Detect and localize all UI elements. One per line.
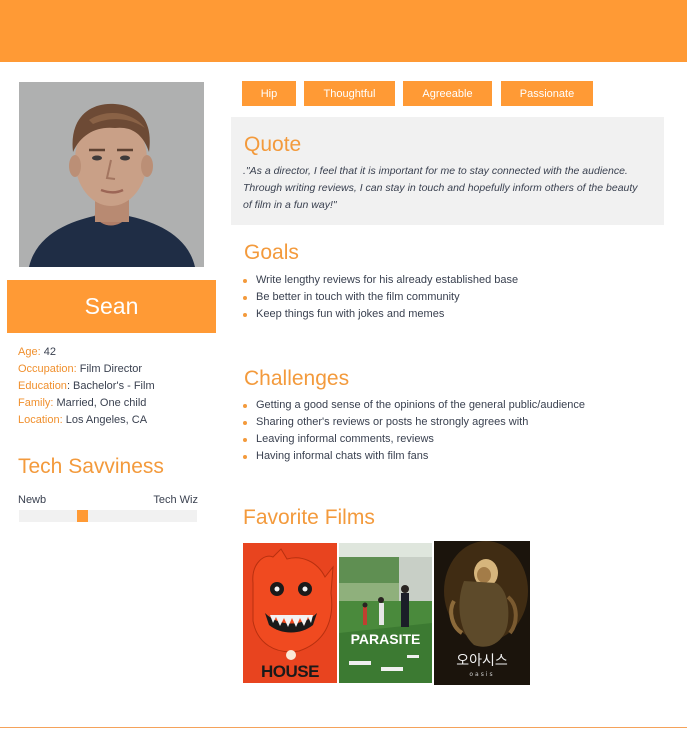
film-poster-parasite: PARASITE (339, 543, 432, 683)
film-poster-oasis: 오아시스 oasis (434, 541, 530, 685)
scale-high-label: Tech Wiz (153, 494, 198, 506)
tech-savviness-track (19, 510, 197, 522)
fact-value: Married, One child (53, 397, 147, 409)
poster-title-oasis: 오아시스 (456, 653, 508, 669)
fact-value: 42 (40, 346, 56, 358)
fact-value: Los Angeles, CA (62, 414, 148, 426)
persona-facts: Age: 42 Occupation: Film Director Educat… (18, 344, 218, 429)
fact-location: Location: Los Angeles, CA (18, 412, 218, 429)
trait-tag: Passionate (501, 81, 593, 106)
poster-subtitle-oasis: oasis (469, 671, 494, 678)
fact-label: Location: (18, 414, 63, 426)
tech-scale-labels: Newb Tech Wiz (18, 494, 198, 506)
fact-label: Occupation: (18, 363, 77, 375)
challenge-item: Leaving informal comments, reviews (243, 431, 663, 448)
goals-title: Goals (244, 241, 299, 264)
goal-item: Be better in touch with the film communi… (243, 289, 663, 306)
fact-label: Education (18, 380, 67, 392)
fact-value: Film Director (76, 363, 143, 375)
profile-photo (19, 82, 204, 267)
header-bar (0, 0, 687, 62)
challenge-item: Having informal chats with film fans (243, 448, 663, 465)
goal-item: Keep things fun with jokes and memes (243, 306, 663, 323)
trait-tag: Agreeable (403, 81, 492, 106)
challenge-item: Sharing other's reviews or posts he stro… (243, 414, 663, 431)
fact-occupation: Occupation: Film Director (18, 361, 218, 378)
goal-item: Write lengthy reviews for his already es… (243, 272, 663, 289)
poster-title-house: HOUSE (261, 662, 319, 681)
challenges-title: Challenges (244, 367, 350, 390)
persona-name: Sean (7, 280, 216, 333)
challenge-item: Getting a good sense of the opinions of … (243, 397, 663, 414)
fact-label: Age: (18, 346, 41, 358)
favorite-films-title: Favorite Films (243, 506, 375, 529)
footer-divider (0, 727, 687, 728)
quote-title: Quote (244, 133, 302, 156)
goals-list: Write lengthy reviews for his already es… (243, 272, 663, 323)
challenges-list: Getting a good sense of the opinions of … (243, 397, 663, 465)
scale-low-label: Newb (18, 494, 47, 506)
fact-label: Family: (18, 397, 54, 409)
film-poster-house: HOUSE (243, 543, 337, 683)
trait-tag: Thoughtful (304, 81, 395, 106)
quote-text: ."As a director, I feel that it is impor… (243, 165, 638, 211)
fact-family: Family: Married, One child (18, 395, 218, 412)
fact-education: Education: Bachelor's - Film (18, 378, 218, 395)
poster-title-parasite: PARASITE (351, 631, 421, 647)
fact-age: Age: 42 (18, 344, 218, 361)
tech-savviness-title: Tech Savviness (18, 455, 164, 478)
tech-savviness-marker (77, 510, 88, 522)
trait-tag: Hip (242, 81, 296, 106)
fact-value: : Bachelor's - Film (66, 380, 155, 392)
